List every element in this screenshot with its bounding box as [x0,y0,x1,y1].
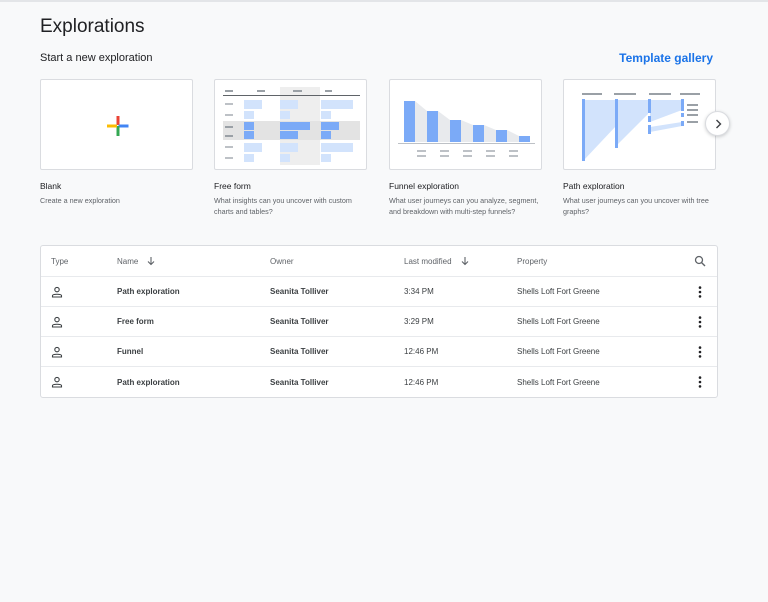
more-vert-icon[interactable] [692,337,708,366]
column-header-owner: Owner [270,256,294,266]
person-icon [51,277,63,306]
more-vert-icon[interactable] [692,277,708,306]
card-funnel-thumbnail[interactable] [389,79,542,170]
column-header-last-modified-label: Last modified [404,256,452,266]
start-exploration-heading: Start a new exploration [40,52,153,64]
funnel-chart-illustration [398,101,535,157]
table-row[interactable]: Free form Seanita Tolliver 3:29 PM Shell… [41,307,717,337]
row-last-modified: 12:46 PM [404,347,439,356]
card-free-form-title: Free form [214,181,251,191]
row-name[interactable]: Funnel [117,337,143,366]
row-owner: Seanita Tolliver [270,377,329,387]
card-blank-description: Create a new exploration [40,196,120,205]
row-owner: Seanita Tolliver [270,287,329,296]
person-icon [51,307,63,336]
chevron-right-icon [715,119,721,128]
row-last-modified: 3:34 PM [404,287,434,296]
column-header-name-label: Name [117,256,139,266]
column-header-property: Property [517,256,548,266]
row-owner: Seanita Tolliver [270,347,329,356]
row-name[interactable]: Path exploration [117,367,180,397]
column-header-type: Type [51,256,69,266]
row-owner: Seanita Tolliver [270,317,329,326]
row-property: Shells Loft Fort Greene [517,317,600,326]
more-vert-icon[interactable] [692,307,708,336]
row-name[interactable]: Free form [117,307,154,336]
table-row[interactable]: Path exploration Seanita Tolliver 12:46 … [41,367,717,397]
card-path-thumbnail[interactable] [563,79,716,170]
plus-icon [107,116,129,136]
column-header-last-modified[interactable]: Last modified [404,246,470,276]
search-button[interactable] [692,246,708,276]
next-templates-button[interactable] [705,111,730,136]
card-blank-title: Blank [40,181,62,191]
search-icon [694,255,706,267]
path-tree-illustration [582,93,700,161]
column-header-name[interactable]: Name [117,246,156,276]
table-row[interactable]: Funnel Seanita Tolliver 12:46 PM Shells … [41,337,717,367]
row-property: Shells Loft Fort Greene [517,377,600,387]
explorations-table: Type Name Owner Last modified Property P… [40,245,718,398]
card-free-form-description: What insights can you uncover with custo… [214,196,352,216]
row-last-modified: 3:29 PM [404,317,434,326]
top-divider [0,0,768,2]
template-gallery-link[interactable]: Template gallery [619,51,713,65]
free-form-table-illustration [223,87,360,165]
more-vert-icon[interactable] [692,367,708,397]
card-path-description: What user journeys can you uncover with … [563,196,709,216]
card-free-form-thumbnail[interactable] [214,79,367,170]
row-name[interactable]: Path exploration [117,277,180,306]
card-funnel-title: Funnel exploration [389,181,459,191]
card-blank[interactable]: Blank Create a new exploration [40,79,193,206]
person-icon [51,337,63,366]
card-free-form[interactable]: Free form What insights can you uncover … [214,79,367,217]
card-funnel-description: What user journeys can you analyze, segm… [389,196,539,216]
page-title: Explorations [40,16,145,37]
row-property: Shells Loft Fort Greene [517,287,600,296]
arrow-down-icon[interactable] [460,256,470,266]
card-path-exploration[interactable]: Path exploration What user journeys can … [563,79,716,217]
card-funnel-exploration[interactable]: Funnel exploration What user journeys ca… [389,79,542,217]
card-path-title: Path exploration [563,181,625,191]
card-blank-thumbnail[interactable] [40,79,193,170]
person-icon [51,367,63,397]
row-property: Shells Loft Fort Greene [517,347,600,356]
row-last-modified: 12:46 PM [404,377,439,387]
table-header-row: Type Name Owner Last modified Property [41,246,717,277]
arrow-down-icon[interactable] [146,256,156,266]
table-row[interactable]: Path exploration Seanita Tolliver 3:34 P… [41,277,717,307]
